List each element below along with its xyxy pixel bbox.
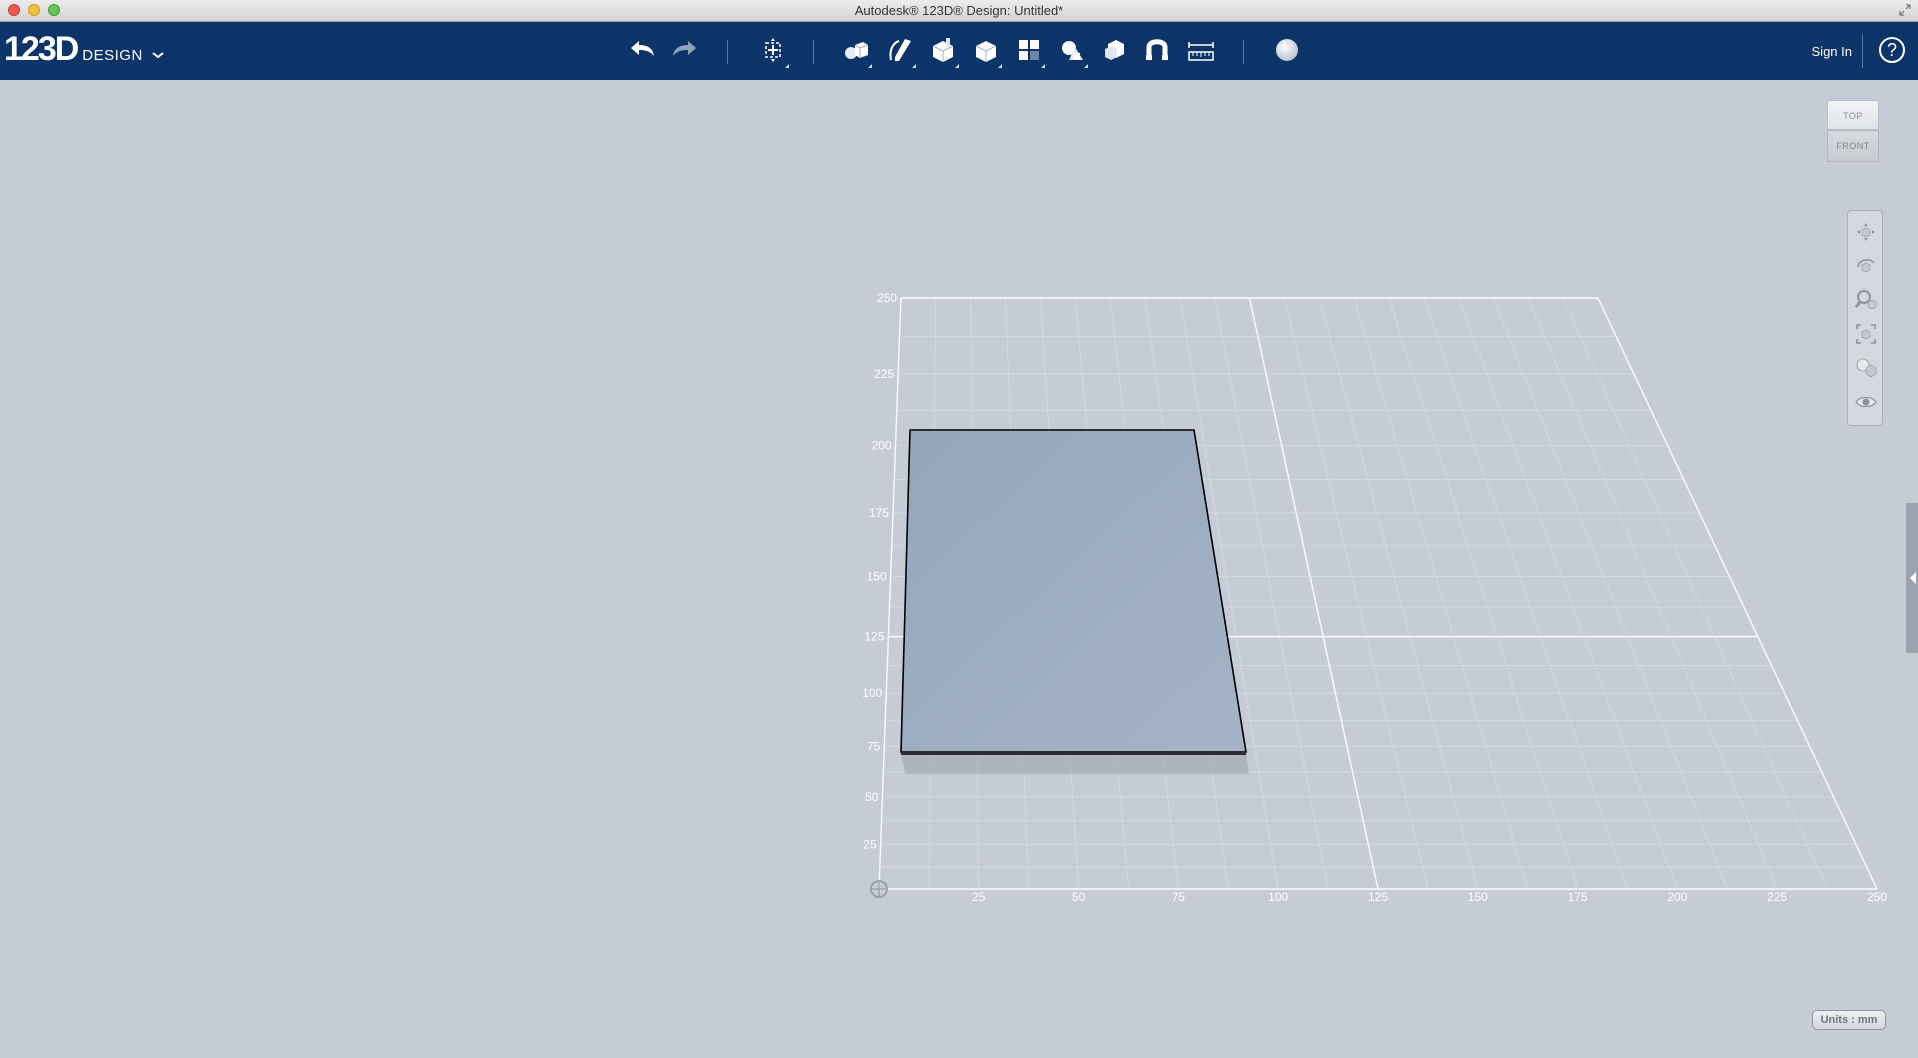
x-tick-label: 225 (1767, 890, 1787, 904)
chevron-left-icon (1910, 572, 1916, 584)
window-titlebar: Autodesk® 123D® Design: Untitled* (0, 0, 1918, 22)
primitives-button[interactable] (839, 33, 873, 68)
undo-button[interactable] (625, 33, 659, 67)
grid-line (1493, 297, 1728, 890)
measure-button[interactable] (1184, 33, 1218, 67)
grid-line (1214, 297, 1329, 890)
visibility-icon (1855, 396, 1877, 408)
x-tick-label: 100 (1268, 890, 1288, 904)
x-tick-label: 175 (1568, 890, 1588, 904)
grid-line (1458, 297, 1678, 890)
modify-button[interactable] (969, 33, 1003, 68)
pattern-button[interactable] (1012, 33, 1046, 68)
x-tick-label: 125 (1368, 890, 1388, 904)
y-tick-label: 50 (865, 790, 879, 804)
y-tick-label: 150 (867, 570, 887, 584)
grid-line (1248, 297, 1379, 890)
transform-button[interactable] (756, 33, 790, 68)
modify-icon (975, 41, 997, 62)
visibility-button[interactable] (1853, 389, 1879, 415)
app-menu-button[interactable]: 123D DESIGN (4, 30, 165, 72)
box-top-face[interactable] (900, 429, 1247, 753)
grid-line (1597, 297, 1878, 890)
side-panel-toggle[interactable] (1906, 503, 1918, 653)
grouping-button[interactable] (1055, 33, 1089, 68)
box-shadow (901, 753, 1249, 774)
grid-line (1353, 297, 1528, 890)
sketch-icon (889, 39, 911, 61)
toolbar-separator (1243, 40, 1244, 64)
grid-line (1528, 297, 1778, 890)
snap-button[interactable] (1141, 33, 1175, 67)
visual-style-button[interactable] (1853, 355, 1879, 381)
material-button[interactable] (1270, 33, 1304, 67)
main-toolbar: 123D DESIGN Sign In ? (0, 22, 1918, 80)
primitives-icon (845, 42, 869, 59)
toolbar-separator (727, 40, 728, 64)
workplane-grid: 25 50 75 100 125 150 175 200 225 250 25 50 75 100 125 1… (862, 291, 1887, 904)
measure-icon (1188, 42, 1214, 61)
grid-line (1562, 297, 1828, 890)
help-button[interactable]: ? (1879, 37, 1905, 63)
y-tick-label: 250 (877, 291, 897, 305)
view-cube-front[interactable]: FRONT (1827, 130, 1879, 162)
construct-icon (932, 38, 954, 62)
zoom-icon (1854, 290, 1877, 310)
fit-button[interactable] (1853, 321, 1879, 347)
grid-line (878, 297, 902, 890)
view-cube-top[interactable]: TOP (1827, 100, 1879, 130)
y-tick-label: 125 (864, 630, 884, 644)
3d-viewport[interactable]: 25 50 75 100 125 150 175 200 225 250 25 50 75 100 125 1… (0, 80, 1918, 1058)
toolbar-separator (813, 40, 814, 64)
zoom-button[interactable] (1853, 287, 1879, 313)
pattern-icon (1019, 40, 1039, 60)
x-tick-label: 25 (972, 890, 986, 904)
pan-icon (1857, 223, 1875, 241)
grouping-icon (1062, 41, 1083, 60)
toolbar-separator (1862, 34, 1863, 68)
construct-button[interactable] (926, 33, 960, 68)
grid-line (1388, 297, 1578, 890)
combine-icon (1105, 40, 1124, 60)
redo-icon (673, 41, 696, 56)
y-tick-label: 25 (863, 837, 877, 851)
y-tick-label: 225 (874, 367, 894, 381)
view-cube[interactable]: TOP FRONT (1823, 100, 1883, 172)
x-tick-label: 200 (1667, 890, 1687, 904)
fullscreen-icon[interactable] (1898, 3, 1912, 17)
undo-icon (631, 41, 654, 56)
box-front-edge (901, 752, 1246, 755)
y-tick-label: 175 (869, 506, 889, 520)
chevron-down-icon (152, 52, 164, 59)
x-tick-label: 75 (1172, 890, 1186, 904)
y-tick-label: 100 (862, 686, 882, 700)
logo-number: 123D (4, 30, 79, 68)
navigation-bar (1847, 210, 1883, 426)
combine-button[interactable] (1098, 33, 1132, 67)
x-tick-label: 250 (1867, 890, 1887, 904)
sketch-button[interactable] (883, 33, 917, 68)
orbit-button[interactable] (1853, 253, 1879, 279)
x-tick-label: 50 (1072, 890, 1086, 904)
grid-line (1284, 297, 1429, 890)
transform-icon (765, 38, 781, 62)
visual-style-icon (1856, 358, 1877, 378)
material-icon (1276, 39, 1298, 61)
window-title: Autodesk® 123D® Design: Untitled* (854, 3, 1064, 18)
units-button[interactable]: Units : mm (1812, 1010, 1886, 1030)
logo-word: DESIGN (82, 47, 143, 64)
orbit-icon (1857, 258, 1875, 273)
sign-in-link[interactable]: Sign In (1812, 44, 1852, 59)
pan-button[interactable] (1853, 219, 1879, 245)
y-tick-label: 200 (871, 438, 891, 452)
y-tick-label: 75 (867, 740, 881, 754)
redo-button[interactable] (668, 33, 702, 67)
snap-icon (1146, 39, 1168, 60)
x-tick-label: 150 (1468, 890, 1488, 904)
fit-icon (1856, 324, 1876, 344)
